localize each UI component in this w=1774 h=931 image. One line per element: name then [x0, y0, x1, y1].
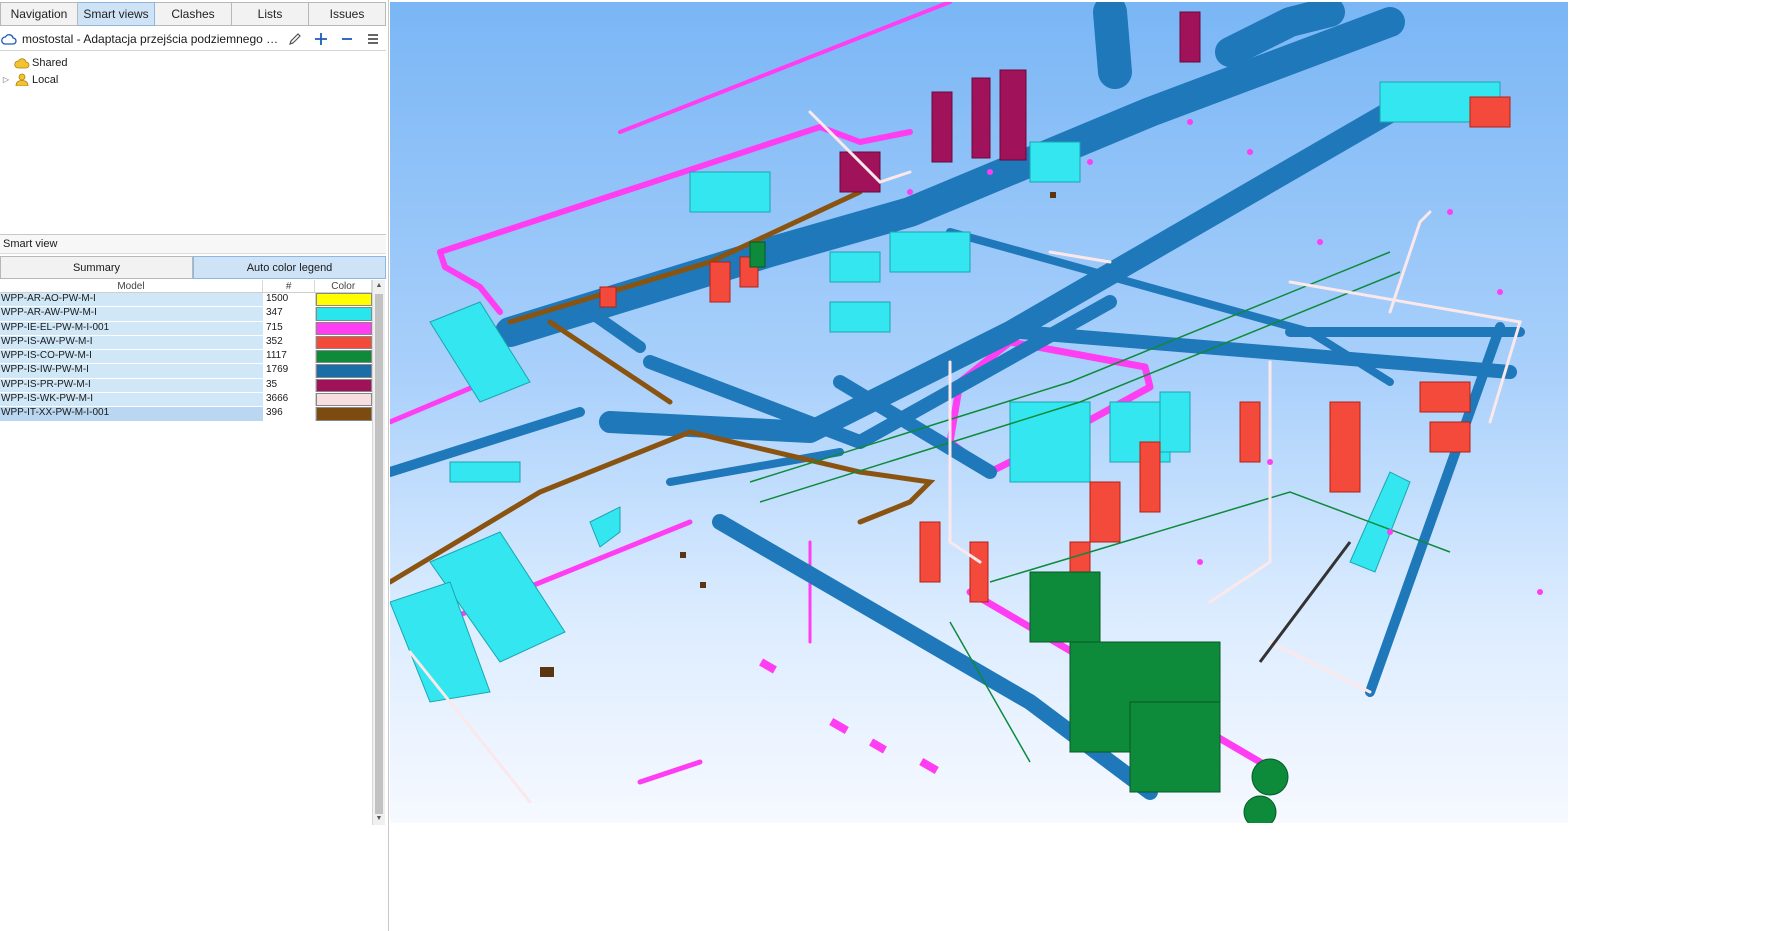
model-cell: WPP-IS-IW-PW-M-I	[0, 364, 264, 378]
model-cell: WPP-IS-WK-PW-M-I	[0, 393, 264, 407]
table-row[interactable]: WPP-IS-WK-PW-M-I 3666	[0, 393, 372, 408]
count-cell: 1769	[264, 364, 316, 378]
project-title[interactable]: mostostal - Adaptacja przejścia podziemn…	[18, 32, 282, 46]
table-header: Model # Color	[0, 280, 372, 293]
color-swatch[interactable]	[316, 407, 372, 421]
color-swatch[interactable]	[316, 364, 372, 378]
count-cell: 35	[264, 378, 316, 393]
table-row[interactable]: WPP-IS-AW-PW-M-I 352	[0, 335, 372, 351]
scroll-up-icon[interactable]: ▲	[373, 280, 385, 292]
count-cell: 1117	[264, 350, 316, 364]
smart-view-tabs: Summary Auto color legend	[0, 256, 386, 279]
remove-button[interactable]	[334, 28, 360, 50]
user-folder-icon	[12, 73, 32, 86]
tree-item-label: Shared	[32, 56, 68, 69]
model-cell: WPP-IS-CO-PW-M-I	[0, 350, 264, 364]
tab-auto-color-legend[interactable]: Auto color legend	[193, 256, 386, 279]
column-header-color[interactable]: Color	[315, 280, 372, 292]
tree-item-label: Local	[32, 73, 59, 86]
count-cell: 396	[264, 407, 316, 421]
column-header-count[interactable]: #	[263, 280, 316, 292]
column-header-model[interactable]: Model	[0, 280, 263, 292]
model-cell: WPP-IS-AW-PW-M-I	[0, 335, 264, 350]
pencil-icon	[289, 33, 301, 45]
model-cell: WPP-AR-AO-PW-M-I	[0, 293, 264, 307]
expand-arrow-icon[interactable]: ▷	[0, 75, 12, 84]
color-swatch[interactable]	[316, 393, 372, 407]
smart-view-header: Smart view	[0, 234, 386, 254]
count-cell: 3666	[264, 393, 316, 407]
model-cell: WPP-AR-AW-PW-M-I	[0, 307, 264, 321]
cloud-icon	[0, 33, 18, 45]
table-row[interactable]: WPP-AR-AO-PW-M-I 1500	[0, 293, 372, 308]
model-cell: WPP-IE-EL-PW-M-I-001	[0, 321, 264, 335]
3d-viewport[interactable]	[390, 2, 1568, 823]
color-swatch[interactable]	[316, 378, 372, 393]
color-swatch[interactable]	[316, 321, 372, 335]
minus-icon	[342, 38, 352, 40]
tab-navigation[interactable]: Navigation	[0, 2, 78, 26]
table-row[interactable]: WPP-IT-XX-PW-M-I-001 396	[0, 407, 372, 422]
table-row[interactable]: WPP-IS-IW-PW-M-I 1769	[0, 364, 372, 379]
count-cell: 352	[264, 335, 316, 350]
cloud-folder-icon	[12, 57, 32, 69]
edit-button[interactable]	[282, 28, 308, 50]
tab-issues[interactable]: Issues	[309, 2, 386, 26]
tab-clashes[interactable]: Clashes	[155, 2, 232, 26]
tree-item-local[interactable]: ▷ Local	[0, 71, 386, 88]
table-row[interactable]: WPP-AR-AW-PW-M-I 347	[0, 307, 372, 322]
color-legend-table: Model # Color WPP-AR-AO-PW-M-I 1500 WPP-AR…	[0, 280, 372, 422]
color-swatch[interactable]	[316, 350, 372, 364]
table-body: WPP-AR-AO-PW-M-I 1500 WPP-AR-AW-PW-M-I 347 W…	[0, 293, 372, 422]
color-swatch[interactable]	[316, 293, 372, 307]
menu-button[interactable]	[360, 28, 386, 50]
table-row[interactable]: WPP-IS-PR-PW-M-I 35	[0, 378, 372, 394]
count-cell: 715	[264, 321, 316, 335]
project-toolbar: mostostal - Adaptacja przejścia podziemn…	[0, 28, 386, 51]
tab-lists[interactable]: Lists	[232, 2, 309, 26]
left-panel: Navigation Smart views Clashes Lists Iss…	[0, 0, 389, 931]
model-cell: WPP-IT-XX-PW-M-I-001	[0, 407, 264, 421]
tree-item-shared[interactable]: Shared	[0, 54, 386, 71]
hamburger-icon	[368, 34, 378, 44]
color-swatch[interactable]	[316, 335, 372, 350]
main-tabs: Navigation Smart views Clashes Lists Iss…	[0, 2, 386, 26]
plus-icon	[315, 33, 327, 45]
table-row[interactable]: WPP-IS-CO-PW-M-I 1117	[0, 350, 372, 365]
color-swatch[interactable]	[316, 307, 372, 321]
model-cell: WPP-IS-PR-PW-M-I	[0, 378, 264, 393]
table-row[interactable]: WPP-IE-EL-PW-M-I-001 715	[0, 321, 372, 336]
tab-smart-views[interactable]: Smart views	[78, 2, 155, 26]
bim-model-scene[interactable]	[390, 2, 1568, 823]
legend-scrollbar[interactable]: ▲ ▼	[372, 280, 385, 825]
add-button[interactable]	[308, 28, 334, 50]
scrollbar-thumb[interactable]	[375, 294, 383, 814]
smart-view-tree: Shared ▷ Local	[0, 54, 386, 88]
scroll-down-icon[interactable]: ▼	[373, 813, 385, 825]
count-cell: 1500	[264, 293, 316, 307]
count-cell: 347	[264, 307, 316, 321]
tab-summary[interactable]: Summary	[0, 256, 193, 279]
